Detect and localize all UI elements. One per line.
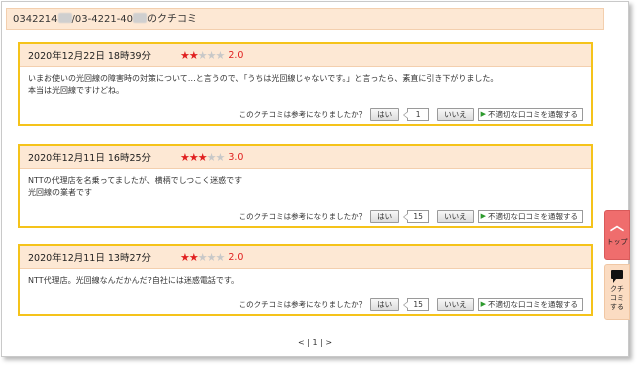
- arrow-right-icon: ▶: [480, 110, 486, 118]
- review-text: いまお使いの光回線の障害時の対策について…と言うので、「うちは光回線じゃないです…: [20, 67, 591, 97]
- report-button[interactable]: ▶ 不適切な口コミを通報する: [477, 210, 583, 223]
- page-frame: 0342214/03-4221-40 のクチコミ 2020年12月22日 18時3…: [1, 1, 629, 357]
- report-label: 不適切な口コミを通報する: [488, 110, 578, 119]
- review-header: 2020年12月11日 16時25分 ★★★★★ 3.0: [20, 146, 591, 169]
- star-rating: ★★★★★: [180, 150, 226, 164]
- star-empty-icon: ★★★: [197, 48, 226, 62]
- yes-button[interactable]: はい: [370, 298, 400, 311]
- review-line: いまお使いの光回線の障害時の対策について…と言うので、「うちは光回線じゃないです…: [28, 74, 499, 83]
- post-review-label-line: する: [610, 303, 624, 311]
- post-review-label: クチ コミ する: [605, 285, 629, 312]
- review-card: 2020年12月22日 18時39分 ★★★★★ 2.0 いまお使いの光回線の障…: [18, 42, 593, 126]
- helpful-count: 15: [403, 298, 430, 311]
- phone-middle: /03-4221-40: [71, 14, 134, 25]
- review-date: 2020年12月11日 16時25分: [28, 153, 152, 164]
- post-review-label-line: クチ: [610, 285, 624, 293]
- star-filled-icon: ★★★: [180, 150, 208, 164]
- redacted-mask: [133, 13, 148, 23]
- vote-row: このクチコミは参考になりましたか？ はい 15 いいえ ▶ 不適切な口コミを通報す…: [239, 298, 583, 311]
- yes-button[interactable]: はい: [370, 108, 400, 121]
- review-text: NTT代理店。光回線なんだかんだ?自社には迷惑電話です。: [20, 269, 591, 287]
- star-filled-icon: ★★: [180, 48, 199, 62]
- review-score: 2.0: [228, 49, 244, 61]
- chevron-up-icon: ︿: [610, 218, 624, 234]
- review-line: NTT代理店。光回線なんだかんだ?自社には迷惑電話です。: [28, 276, 240, 285]
- vote-row: このクチコミは参考になりましたか？ はい 15 いいえ ▶ 不適切な口コミを通報す…: [239, 210, 583, 223]
- yes-button[interactable]: はい: [370, 210, 400, 223]
- review-header: 2020年12月22日 18時39分 ★★★★★ 2.0: [20, 44, 591, 67]
- helpful-count: 1: [403, 108, 430, 121]
- no-button[interactable]: いいえ: [437, 298, 474, 311]
- post-review-button[interactable]: クチ コミ する: [604, 264, 630, 320]
- redacted-mask: [57, 13, 72, 23]
- no-button[interactable]: いいえ: [437, 210, 474, 223]
- star-empty-icon: ★★★: [197, 250, 226, 264]
- review-score: 2.0: [228, 251, 244, 263]
- review-line: 光回線の業者です: [28, 188, 92, 197]
- top-label: トップ: [606, 238, 628, 246]
- helpful-count: 15: [403, 210, 430, 223]
- star-rating: ★★★★★: [180, 48, 226, 62]
- review-text: NTTの代理店を名乗ってましたが、横柄でしつこく迷惑です 光回線の業者です: [20, 169, 591, 199]
- report-button[interactable]: ▶ 不適切な口コミを通報する: [477, 298, 583, 311]
- page-title: 0342214/03-4221-40 のクチコミ: [6, 8, 604, 30]
- vote-row: このクチコミは参考になりましたか？ はい 1 いいえ ▶ 不適切な口コミを通報する: [239, 108, 583, 121]
- post-review-label-line: コミ: [610, 294, 624, 302]
- star-empty-icon: ★★: [206, 150, 226, 164]
- no-button[interactable]: いいえ: [437, 108, 474, 121]
- review-line: 本当は光回線ですけどね。: [28, 86, 124, 95]
- back-to-top-button[interactable]: ︿ トップ: [604, 210, 630, 260]
- helpful-question: このクチコミは参考になりましたか？: [238, 212, 367, 221]
- review-card: 2020年12月11日 13時27分 ★★★★★ 2.0 NTT代理店。光回線な…: [18, 244, 593, 316]
- report-label: 不適切な口コミを通報する: [488, 300, 578, 309]
- title-suffix: のクチコミ: [147, 14, 198, 25]
- arrow-right-icon: ▶: [480, 300, 486, 308]
- pagination[interactable]: < | 1 | >: [2, 338, 628, 347]
- review-date: 2020年12月22日 18時39分: [28, 51, 152, 62]
- star-filled-icon: ★★: [180, 250, 199, 264]
- helpful-question: このクチコミは参考になりましたか？: [238, 110, 367, 119]
- report-label: 不適切な口コミを通報する: [488, 212, 578, 221]
- review-date: 2020年12月11日 13時27分: [28, 253, 152, 264]
- review-header: 2020年12月11日 13時27分 ★★★★★ 2.0: [20, 246, 591, 269]
- star-rating: ★★★★★: [180, 250, 226, 264]
- speech-bubble-icon: [611, 270, 623, 283]
- review-line: NTTの代理店を名乗ってましたが、横柄でしつこく迷惑です: [28, 176, 243, 185]
- report-button[interactable]: ▶ 不適切な口コミを通報する: [477, 108, 583, 121]
- phone-prefix: 0342214: [13, 14, 58, 25]
- arrow-right-icon: ▶: [480, 212, 486, 220]
- review-card: 2020年12月11日 16時25分 ★★★★★ 3.0 NTTの代理店を名乗っ…: [18, 144, 593, 228]
- helpful-question: このクチコミは参考になりましたか？: [238, 300, 367, 309]
- review-score: 3.0: [228, 151, 244, 163]
